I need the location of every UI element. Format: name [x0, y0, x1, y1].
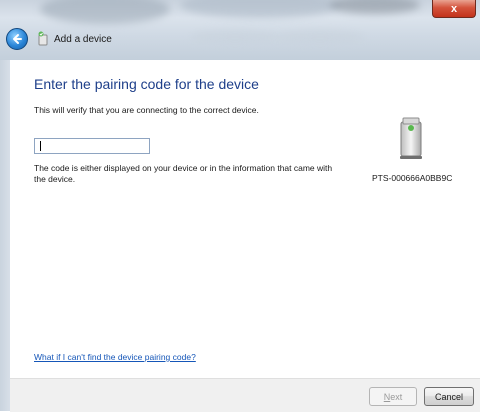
title-bar: x Add a device — [0, 0, 480, 60]
back-button[interactable] — [6, 28, 28, 50]
glass-reflection — [190, 30, 280, 44]
glass-reflection — [180, 0, 340, 18]
cancel-button[interactable]: Cancel — [424, 387, 474, 406]
back-arrow-icon — [13, 34, 22, 44]
close-button[interactable]: x — [432, 0, 476, 18]
glass-reflection — [40, 0, 170, 24]
next-label: ext — [390, 391, 403, 402]
glass-reflection — [330, 0, 420, 14]
help-link[interactable]: What if I can't find the device pairing … — [34, 352, 196, 362]
text-caret — [40, 141, 41, 151]
window-frame — [0, 60, 10, 411]
device-name: PTS-000666A0BB9C — [372, 173, 453, 183]
instruction-text: This will verify that you are connecting… — [34, 105, 259, 115]
glass-reflection — [275, 30, 365, 44]
window-title: Add a device — [54, 34, 112, 45]
hint-text: The code is either displayed on your dev… — [34, 163, 333, 184]
pairing-code-input[interactable] — [34, 138, 150, 154]
bluetooth-device-icon — [38, 31, 48, 46]
printer-device-icon — [400, 117, 422, 159]
next-button[interactable]: Next — [369, 387, 417, 406]
page-title: Enter the pairing code for the device — [34, 76, 259, 92]
close-icon: x — [450, 2, 458, 15]
